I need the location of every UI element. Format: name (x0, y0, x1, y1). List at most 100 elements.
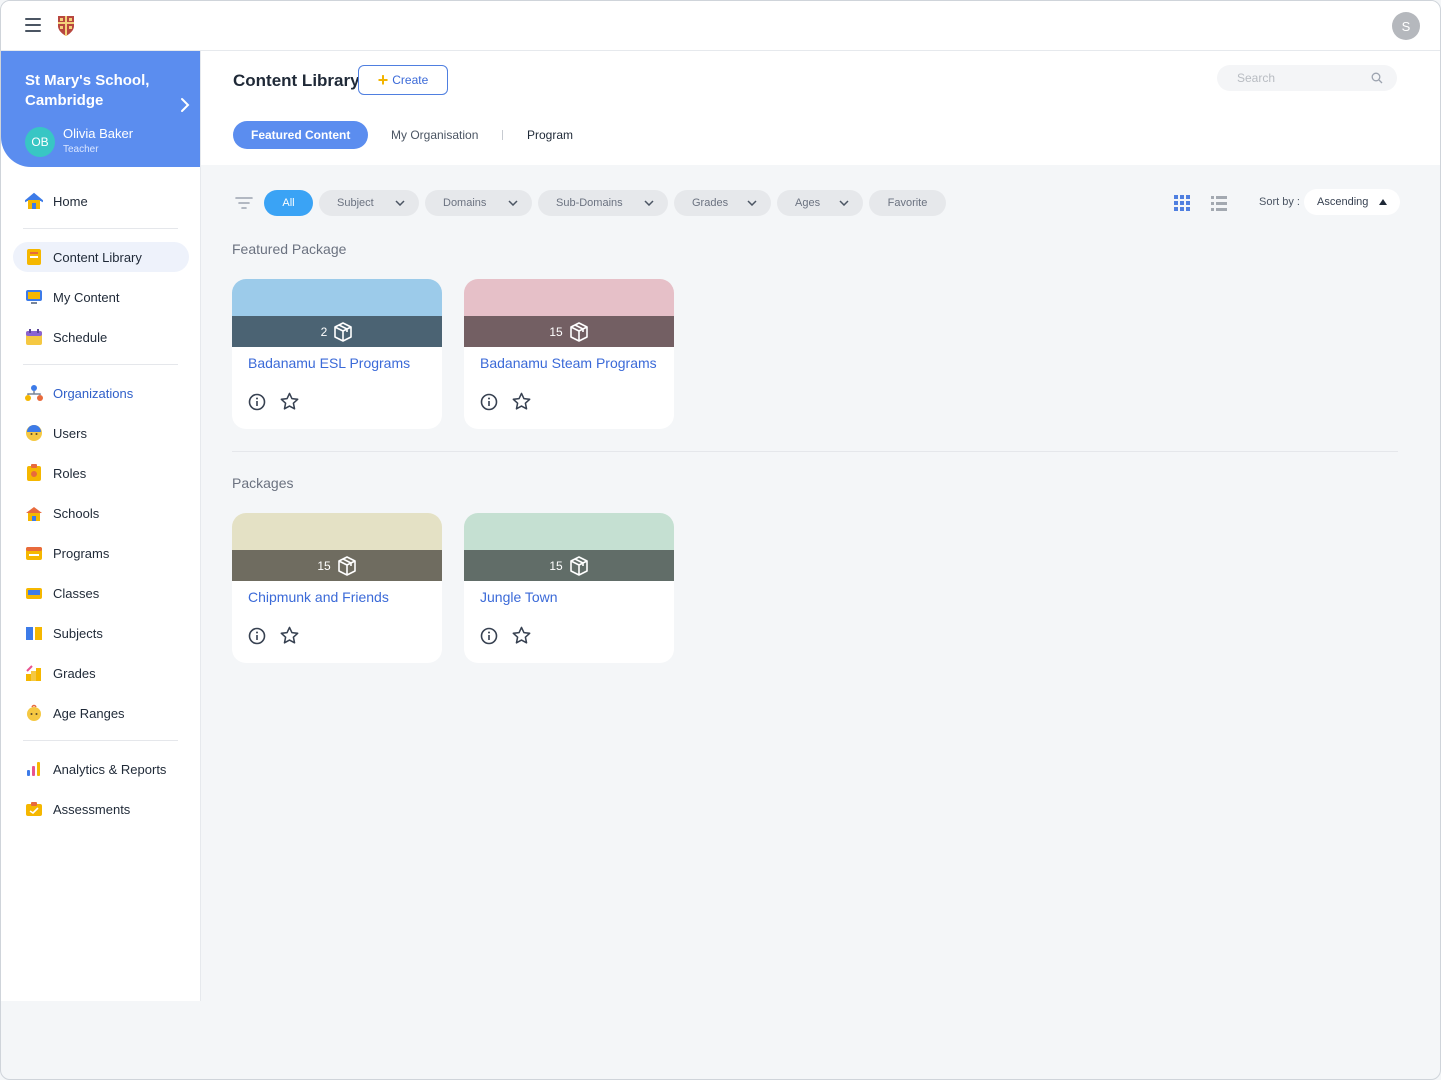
avatar: OB (25, 127, 55, 157)
sidebar-item-my-content[interactable]: My Content (13, 282, 189, 312)
analytics-icon (25, 760, 43, 778)
list-view-icon[interactable] (1210, 194, 1228, 212)
filter-chip-ages[interactable]: Ages (777, 190, 863, 216)
school-crest-icon (58, 16, 74, 36)
chip-label: Grades (692, 197, 729, 209)
program-icon (25, 544, 43, 562)
star-icon[interactable] (512, 392, 531, 411)
sidebar-item-label: Analytics & Reports (53, 761, 167, 777)
sidebar-item-label: Assessments (53, 801, 131, 817)
sidebar-item-programs[interactable]: Programs (13, 538, 189, 568)
sidebar-item-home[interactable]: Home (13, 186, 189, 216)
assessments-icon (25, 800, 43, 818)
package-card[interactable]: 15 Jungle Town (464, 513, 674, 663)
card-count-band: 15 (232, 550, 442, 581)
card-cover (464, 513, 674, 550)
package-card[interactable]: 15 Badanamu Steam Programs (464, 279, 674, 429)
filter-chip-domains[interactable]: Domains (425, 190, 532, 216)
sidebar-item-label: Age Ranges (53, 705, 125, 721)
sidebar-item-roles[interactable]: Roles (13, 458, 189, 488)
filter-chip-grades[interactable]: Grades (674, 190, 771, 216)
info-icon[interactable] (248, 627, 266, 645)
org-chart-icon (25, 384, 43, 402)
home-icon (25, 192, 43, 210)
star-icon[interactable] (280, 626, 299, 645)
create-button-label: Create (392, 73, 429, 87)
sidebar-item-schedule[interactable]: Schedule (13, 322, 189, 352)
card-cover (232, 513, 442, 550)
sidebar-item-grades[interactable]: Grades (13, 658, 189, 688)
filter-chip-favorite[interactable]: Favorite (869, 190, 946, 216)
card-title[interactable]: Badanamu Steam Programs (480, 355, 657, 371)
sidebar-item-label: Schedule (53, 329, 108, 345)
sidebar-item-organizations[interactable]: Organizations (13, 378, 189, 408)
grades-icon (25, 664, 43, 682)
book-icon (25, 248, 43, 266)
create-button[interactable]: + Create (358, 65, 448, 95)
grid-view-icon[interactable] (1173, 194, 1191, 212)
sidebar-item-subjects[interactable]: Subjects (13, 618, 189, 648)
subjects-icon (25, 624, 43, 642)
filter-icon[interactable] (235, 196, 253, 210)
info-icon[interactable] (248, 393, 266, 411)
user-name: Olivia Baker (63, 126, 134, 141)
sidebar-item-schools[interactable]: Schools (13, 498, 189, 528)
chip-label: Subject (337, 197, 374, 209)
card-count: 15 (549, 558, 563, 573)
filter-chip-sub-domains[interactable]: Sub-Domains (538, 190, 668, 216)
chip-label: Domains (443, 197, 487, 209)
info-icon[interactable] (480, 393, 498, 411)
page-title: Content Library (233, 71, 360, 90)
sidebar-item-label: Content Library (53, 249, 142, 265)
sidebar-item-assessments[interactable]: Assessments (13, 794, 189, 824)
sidebar-item-content-library[interactable]: Content Library (13, 242, 189, 272)
sidebar-item-analytics-reports[interactable]: Analytics & Reports (13, 754, 189, 784)
age-icon (25, 704, 43, 722)
card-count-band: 15 (464, 316, 674, 347)
sort-value: Ascending (1317, 196, 1369, 208)
sidebar-item-users[interactable]: Users (13, 418, 189, 448)
chevron-down-icon (747, 200, 757, 206)
tab-separator (502, 130, 503, 140)
sort-dropdown[interactable]: Ascending (1304, 189, 1400, 215)
section-title-packages: Packages (232, 475, 294, 491)
search-input[interactable] (1237, 71, 1367, 85)
tab-featured-content[interactable]: Featured Content (233, 121, 369, 149)
sidebar-item-label: Programs (53, 545, 110, 561)
card-count: 15 (317, 558, 331, 573)
sidebar-item-label: Home (53, 193, 88, 209)
filter-chip-all[interactable]: All (264, 190, 313, 216)
package-card[interactable]: 2 Badanamu ESL Programs (232, 279, 442, 429)
tab-program[interactable]: Program (527, 121, 573, 149)
organization-switcher[interactable]: St Mary's School, Cambridge OB Olivia Ba… (1, 51, 200, 167)
package-card[interactable]: 15 Chipmunk and Friends (232, 513, 442, 663)
card-title[interactable]: Jungle Town (480, 589, 558, 605)
tab-my-organisation[interactable]: My Organisation (391, 121, 478, 149)
sidebar-item-label: Grades (53, 665, 96, 681)
menu-icon[interactable] (25, 18, 41, 32)
filter-chip-subject[interactable]: Subject (319, 190, 419, 216)
calendar-icon (25, 328, 43, 346)
divider (23, 228, 178, 229)
package-icon (569, 321, 588, 342)
package-icon (337, 555, 356, 576)
sidebar-item-label: Subjects (53, 625, 103, 641)
sidebar-item-age-ranges[interactable]: Age Ranges (13, 698, 189, 728)
card-count-band: 2 (232, 316, 442, 347)
sidebar-item-label: Classes (53, 585, 100, 601)
sidebar-item-label: Roles (53, 465, 87, 481)
app-window: S St Mary's School, Cambridge OB Olivia … (0, 0, 1441, 1080)
user-role: Teacher (63, 144, 99, 155)
user-avatar[interactable]: S (1392, 12, 1420, 40)
sidebar-item-label: Users (53, 425, 87, 441)
search-icon[interactable] (1371, 72, 1383, 84)
card-title[interactable]: Badanamu ESL Programs (248, 355, 410, 371)
card-count-band: 15 (464, 550, 674, 581)
sidebar-item-classes[interactable]: Classes (13, 578, 189, 608)
search-box[interactable] (1217, 65, 1397, 91)
star-icon[interactable] (512, 626, 531, 645)
info-icon[interactable] (480, 627, 498, 645)
card-title[interactable]: Chipmunk and Friends (248, 589, 389, 605)
star-icon[interactable] (280, 392, 299, 411)
section-title-featured-package: Featured Package (232, 241, 347, 257)
